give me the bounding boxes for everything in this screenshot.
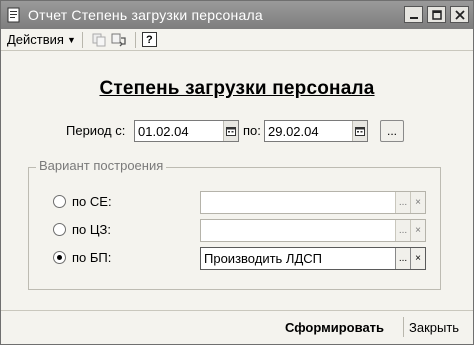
date-to-field[interactable]: 29.02.04 <box>264 120 368 142</box>
period-to-label: по: <box>243 123 261 138</box>
calendar-to-button[interactable] <box>352 121 367 141</box>
close-button[interactable]: Закрыть <box>409 316 459 338</box>
dropdown-arrow-icon: ▼ <box>66 34 76 45</box>
report-title: Степень загрузки персонала <box>99 78 375 99</box>
cz-clear-button[interactable]: × <box>410 220 425 241</box>
radio-button[interactable] <box>53 195 66 208</box>
radio-button[interactable] <box>53 223 66 236</box>
report-form: Степень загрузки персонала Период с: 01.… <box>1 52 473 310</box>
close-window-button[interactable] <box>450 6 469 23</box>
window-icon <box>7 7 20 23</box>
radio-by-bp[interactable]: по БП: <box>53 250 111 265</box>
date-to-value: 29.02.04 <box>268 123 319 139</box>
radio-button-selected[interactable] <box>53 251 66 264</box>
cz-field[interactable]: ... × <box>200 219 426 242</box>
variant-group-title: Вариант построения <box>36 158 167 173</box>
refresh-button[interactable] <box>109 31 129 49</box>
radio-label: по ЦЗ: <box>72 222 111 237</box>
copy-icon <box>92 33 106 46</box>
toolbar-separator <box>81 31 83 48</box>
radio-label: по СЕ: <box>72 194 112 209</box>
date-from-value: 01.02.04 <box>138 123 189 139</box>
radio-label: по БП: <box>72 250 112 265</box>
report-window: Отчет Степень загрузки персонала Действи… <box>0 0 474 345</box>
calendar-from-button[interactable] <box>223 121 238 141</box>
toolbar: Действия ▼ ? <box>1 29 473 51</box>
generate-button[interactable]: Сформировать <box>285 316 384 338</box>
calendar-icon <box>355 127 365 136</box>
footer-separator <box>403 317 404 337</box>
actions-label: Действия <box>7 32 64 47</box>
bp-value: Производить ЛДСП <box>204 251 322 266</box>
maximize-icon <box>431 9 442 20</box>
bp-field[interactable]: Производить ЛДСП ... × <box>200 247 426 270</box>
close-icon <box>454 9 465 20</box>
cz-select-button[interactable]: ... <box>395 220 410 241</box>
toolbar-separator-2 <box>134 31 136 48</box>
title-bar: Отчет Степень загрузки персонала <box>1 1 473 29</box>
refresh-icon <box>111 33 126 46</box>
minimize-button[interactable] <box>404 6 423 23</box>
bp-clear-button[interactable]: × <box>410 248 425 269</box>
se-value <box>201 192 395 213</box>
period-from-label: Период с: <box>66 123 126 138</box>
radio-by-se[interactable]: по СЕ: <box>53 194 112 209</box>
calendar-icon <box>226 127 236 136</box>
radio-by-cz[interactable]: по ЦЗ: <box>53 222 111 237</box>
actions-menu[interactable]: Действия ▼ <box>7 32 76 47</box>
se-select-button[interactable]: ... <box>395 192 410 213</box>
window-title: Отчет Степень загрузки персонала <box>28 7 263 23</box>
help-button[interactable]: ? <box>141 32 157 47</box>
maximize-button[interactable] <box>427 6 446 23</box>
se-field[interactable]: ... × <box>200 191 426 214</box>
date-from-field[interactable]: 01.02.04 <box>134 120 239 142</box>
copy-button[interactable] <box>89 31 109 49</box>
se-clear-button[interactable]: × <box>410 192 425 213</box>
cz-value <box>201 220 395 241</box>
footer-bar: Сформировать Закрыть <box>1 310 473 344</box>
bp-select-button[interactable]: ... <box>395 248 410 269</box>
period-select-button[interactable]: ... <box>380 120 404 142</box>
minimize-icon <box>409 16 418 19</box>
